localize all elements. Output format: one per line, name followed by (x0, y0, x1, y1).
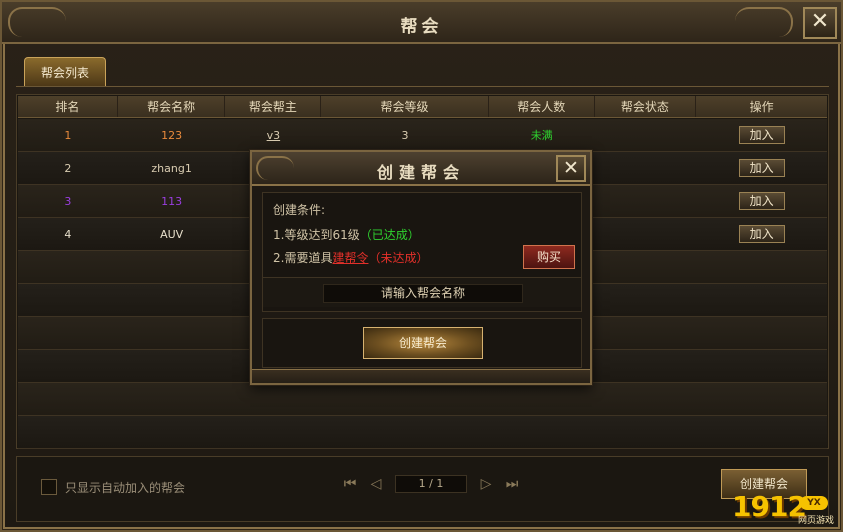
dialog-create-button[interactable]: 创建帮会 (363, 327, 483, 359)
site-logo-subtitle: 网页游戏 (798, 516, 835, 526)
cell-action: 加入 (696, 192, 827, 210)
table-row: 1 123 v3 3 未满 加入 (18, 119, 827, 152)
cell-rank: 4 (64, 227, 72, 241)
pagination: ⏮ ◁ 1 / 1 ▷ ⏭ (339, 475, 523, 493)
cell-guild-name: zhang1 (151, 161, 192, 175)
cell-rank: 2 (64, 161, 72, 175)
auto-join-label: 只显示自动加入的帮会 (65, 481, 186, 495)
header-level: 帮会等级 (321, 96, 489, 117)
double-left-arrow-icon[interactable]: ⏮ (339, 475, 361, 493)
table-header: 排名 帮会名称 帮会帮主 帮会等级 帮会人数 帮会状态 操作 (18, 96, 827, 118)
join-button[interactable]: 加入 (738, 192, 785, 210)
join-button[interactable]: 加入 (738, 225, 785, 243)
site-logo-badge: YX (800, 496, 828, 510)
cell-rank: 1 (64, 128, 72, 142)
header-members: 帮会人数 (489, 96, 595, 117)
condition-item: 2.需要道具建帮令（未达成） (273, 249, 428, 266)
name-row: 请输入帮会名称 (263, 277, 581, 307)
conditions-panel: 创建条件: 1.等级达到61级（已达成） 2.需要道具建帮令（未达成） 购买 请… (262, 192, 582, 312)
page-indicator: 1 / 1 (395, 475, 467, 493)
dialog-title-bar: 创建帮会 ✕ (252, 152, 590, 186)
empty-row (18, 383, 827, 416)
dialog-bottom-border (252, 369, 590, 383)
condition-item-status: （未达成） (368, 251, 429, 265)
footer-bar: 只显示自动加入的帮会 ⏮ ◁ 1 / 1 ▷ ⏭ 创建帮会 (16, 456, 829, 522)
cell-guild-name: 123 (161, 128, 183, 142)
dialog-title: 创建帮会 (376, 163, 465, 182)
header-rank: 排名 (18, 96, 118, 117)
conditions-title: 创建条件: (273, 203, 326, 217)
right-arrow-icon[interactable]: ▷ (475, 475, 497, 493)
create-guild-dialog: 创建帮会 ✕ 创建条件: 1.等级达到61级（已达成） 2.需要道具建帮令（未达… (250, 150, 592, 385)
double-right-arrow-icon[interactable]: ⏭ (501, 475, 523, 493)
leader-link[interactable]: v3 (267, 129, 281, 142)
buy-button[interactable]: 购买 (523, 245, 575, 269)
header-status: 帮会状态 (595, 96, 697, 117)
header-action: 操作 (749, 100, 774, 114)
cell-leader: v3 (225, 129, 321, 142)
window-close-button[interactable]: ✕ (803, 7, 837, 39)
left-arrow-icon[interactable]: ◁ (365, 475, 387, 493)
cell-guild-name: AUV (160, 227, 184, 241)
site-logo: 1912 (732, 490, 807, 523)
empty-row (18, 416, 827, 449)
guild-name-input[interactable]: 请输入帮会名称 (323, 284, 523, 303)
dialog-actions: 创建帮会 (262, 318, 582, 368)
condition-level-status: （已达成） (359, 228, 420, 242)
title-bar: 帮会 ✕ (2, 2, 841, 44)
condition-level-text: 1.等级达到61级 (273, 228, 360, 242)
window-title: 帮会 (400, 17, 443, 37)
item-link[interactable]: 建帮令 (332, 251, 368, 265)
condition-item-text: 2.需要道具 (273, 251, 333, 265)
join-button[interactable]: 加入 (738, 159, 785, 177)
join-button[interactable]: 加入 (738, 126, 785, 144)
cell-rank: 3 (64, 194, 72, 208)
dialog-close-button[interactable]: ✕ (556, 155, 586, 182)
tab-divider (16, 86, 829, 87)
cell-action: 加入 (696, 126, 827, 144)
header-name: 帮会名称 (118, 96, 226, 117)
cell-action: 加入 (696, 225, 827, 243)
cell-level: 3 (401, 128, 409, 142)
condition-level: 1.等级达到61级（已达成） (273, 226, 420, 243)
cell-members: 未满 (530, 129, 553, 142)
cell-action: 加入 (696, 159, 827, 177)
auto-join-checkbox[interactable] (41, 479, 57, 495)
cell-guild-name: 113 (161, 194, 183, 208)
tab-guild-list[interactable]: 帮会列表 (24, 57, 106, 87)
header-leader: 帮会帮主 (225, 96, 322, 117)
